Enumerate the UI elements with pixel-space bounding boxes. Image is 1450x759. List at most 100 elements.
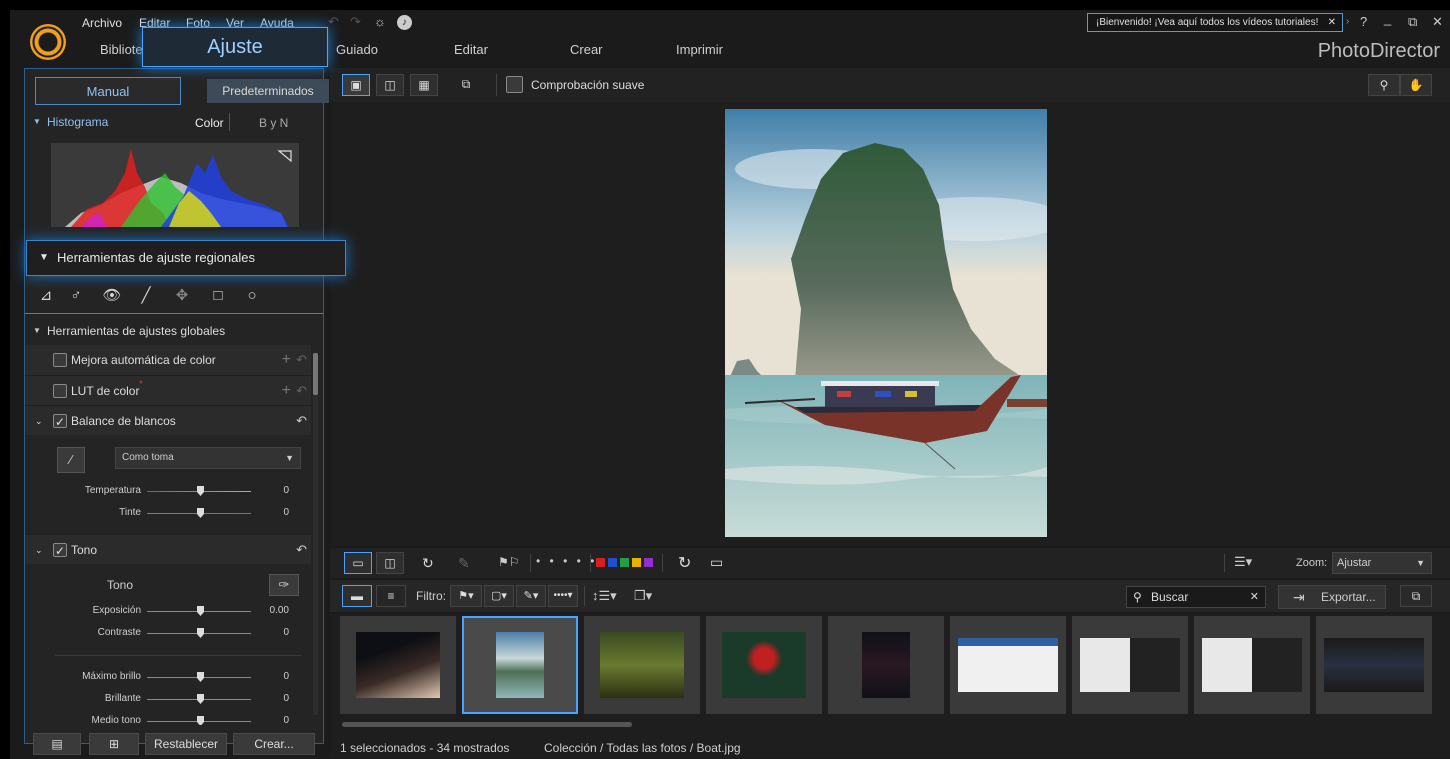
sort-icon[interactable]: ☰▾ xyxy=(1234,554,1252,570)
close-icon[interactable]: ✕ xyxy=(1328,14,1336,31)
help-button[interactable]: ? xyxy=(1360,14,1367,29)
global-tools-header[interactable]: ▼ Herramientas de ajustes globales xyxy=(25,318,323,344)
create-preset-button[interactable]: Crear... xyxy=(233,733,315,755)
midtone-knob[interactable] xyxy=(197,716,204,725)
thumbnail-item[interactable] xyxy=(340,616,456,714)
hand-tool-icon[interactable]: ✋ xyxy=(1400,74,1432,96)
temperature-knob[interactable] xyxy=(197,486,204,496)
magnifier-icon[interactable]: ⚲ xyxy=(1368,74,1400,96)
lut-checkbox[interactable] xyxy=(53,384,67,398)
add-icon[interactable]: + xyxy=(282,376,291,406)
lut-row[interactable]: LUT de color * + ↶ xyxy=(25,375,311,405)
exposure-knob[interactable] xyxy=(197,606,204,616)
reset-button[interactable]: Restablecer xyxy=(145,733,227,755)
color-label-blue[interactable] xyxy=(608,558,617,567)
tab-presets[interactable]: Predeterminados xyxy=(207,79,329,103)
white-balance-row[interactable]: ⌄ Balance de blancos ↶ xyxy=(25,405,311,437)
welcome-banner[interactable]: ¡Bienvenido! ¡Vea aquí todos los vídeos … xyxy=(1087,13,1343,32)
hist-bw-toggle[interactable]: B y N xyxy=(259,116,288,130)
mode-edit[interactable]: Editar xyxy=(454,42,488,57)
highlights-knob[interactable] xyxy=(197,672,204,682)
single-view-icon[interactable]: ▣ xyxy=(342,74,370,96)
external-link-icon[interactable]: ⧉ xyxy=(1400,585,1432,607)
thumbnail-view-icon[interactable]: ▬ xyxy=(342,585,372,607)
rotate-view-icon[interactable]: ⧉ xyxy=(452,74,480,96)
mode-library[interactable]: Bibliote xyxy=(100,42,143,57)
gradient-mask-icon[interactable]: □ xyxy=(205,283,231,309)
brush-icon[interactable]: ╱ xyxy=(133,283,159,309)
panel-scrollbar[interactable] xyxy=(313,353,318,715)
stack-icon[interactable]: ❐▾ xyxy=(634,588,652,604)
thumbnail-item[interactable] xyxy=(950,616,1066,714)
thumbnail-item[interactable] xyxy=(706,616,822,714)
contrast-knob[interactable] xyxy=(197,628,204,638)
tint-knob[interactable] xyxy=(197,508,204,518)
main-photo[interactable] xyxy=(725,109,1047,537)
tab-manual[interactable]: Manual xyxy=(35,77,181,105)
rotate-icon[interactable]: ↻ xyxy=(422,555,434,572)
slideshow-icon[interactable]: ▭ xyxy=(710,554,723,571)
soft-proof-checkbox[interactable] xyxy=(506,76,523,93)
thumbnail-item-selected[interactable] xyxy=(462,616,578,714)
color-filter-icon[interactable]: ▢▾ xyxy=(484,585,514,607)
minimize-icon[interactable]: _ xyxy=(1384,11,1391,26)
edit-filter-icon[interactable]: ✎▾ xyxy=(516,585,546,607)
list-view-icon[interactable]: ≡ xyxy=(376,585,406,607)
dual-layout-icon[interactable]: ◫ xyxy=(376,552,404,574)
eye-icon[interactable]: 👁 xyxy=(99,283,125,309)
add-icon[interactable]: + xyxy=(282,345,291,375)
export-button[interactable]: ⇥ Exportar... xyxy=(1278,585,1386,609)
radial-mask-icon[interactable]: ○ xyxy=(239,283,265,309)
clone-icon[interactable]: ✥ xyxy=(169,283,195,309)
chevron-down-icon[interactable]: ⌄ xyxy=(35,535,43,565)
tone-picker-icon[interactable]: ✑ xyxy=(269,574,299,596)
undo-icon[interactable]: ↶ xyxy=(328,14,339,30)
compare-view-icon[interactable]: ◫ xyxy=(376,74,404,96)
sort-order-icon[interactable]: ↕☰▾ xyxy=(592,588,617,604)
redo-icon[interactable]: ↷ xyxy=(350,14,361,30)
compare-icon[interactable]: ▤ xyxy=(33,733,81,755)
scrollbar-thumb[interactable] xyxy=(313,353,318,395)
color-label-red[interactable] xyxy=(596,558,605,567)
color-label-yellow[interactable] xyxy=(632,558,641,567)
color-label-purple[interactable] xyxy=(644,558,653,567)
window-close-icon[interactable]: ✕ xyxy=(1432,14,1443,30)
reset-icon[interactable]: ↶ xyxy=(296,376,307,406)
refresh-icon[interactable]: ↻ xyxy=(678,553,691,573)
rating-dots-icon[interactable]: • • • • • xyxy=(536,554,597,568)
color-label-green[interactable] xyxy=(620,558,629,567)
notification-icon[interactable]: ♪ xyxy=(397,15,412,30)
search-input[interactable]: ⚲ Buscar ✕ xyxy=(1126,586,1266,608)
copy-settings-icon[interactable]: ⊞ xyxy=(89,733,139,755)
rating-filter-icon[interactable]: ••••▾ xyxy=(548,585,578,607)
hist-color-toggle[interactable]: Color xyxy=(195,116,224,130)
single-layout-icon[interactable]: ▭ xyxy=(344,552,372,574)
bright-knob[interactable] xyxy=(197,694,204,704)
chevron-right-icon[interactable]: › xyxy=(1346,16,1349,27)
crop-icon[interactable]: ⊿ xyxy=(33,283,59,309)
mode-adjust-tab[interactable]: Ajuste xyxy=(142,27,328,67)
flag-icon[interactable]: ⚑⚐ xyxy=(498,555,520,569)
mode-print[interactable]: Imprimir xyxy=(676,42,723,57)
wb-mode-select[interactable]: Como toma ▼ xyxy=(115,447,301,469)
clear-search-icon[interactable]: ✕ xyxy=(1250,587,1259,607)
white-balance-checkbox[interactable] xyxy=(53,407,67,437)
grid-view-icon[interactable]: ▦ xyxy=(410,74,438,96)
red-eye-icon[interactable]: ♂ xyxy=(63,283,89,309)
mode-create[interactable]: Crear xyxy=(570,42,603,57)
thumbnail-item[interactable] xyxy=(1316,616,1432,714)
flag-filter-icon[interactable]: ⚑▾ xyxy=(450,585,482,607)
tone-checkbox[interactable] xyxy=(53,536,67,566)
reset-icon[interactable]: ↶ xyxy=(296,535,307,565)
thumbnail-item[interactable] xyxy=(828,616,944,714)
zoom-select[interactable]: Ajustar ▼ xyxy=(1332,552,1432,574)
auto-color-row[interactable]: Mejora automática de color + ↶ xyxy=(25,345,311,375)
mode-guided[interactable]: Guiado xyxy=(336,42,378,57)
thumbnail-item[interactable] xyxy=(1072,616,1188,714)
chevron-down-icon[interactable]: ⌄ xyxy=(35,406,43,436)
auto-color-checkbox[interactable] xyxy=(53,353,67,367)
eyedropper-icon[interactable]: ⁄ xyxy=(57,447,85,473)
reset-icon[interactable]: ↶ xyxy=(296,406,307,436)
settings-icon[interactable]: ☼ xyxy=(374,14,386,29)
thumbnail-item[interactable] xyxy=(1194,616,1310,714)
